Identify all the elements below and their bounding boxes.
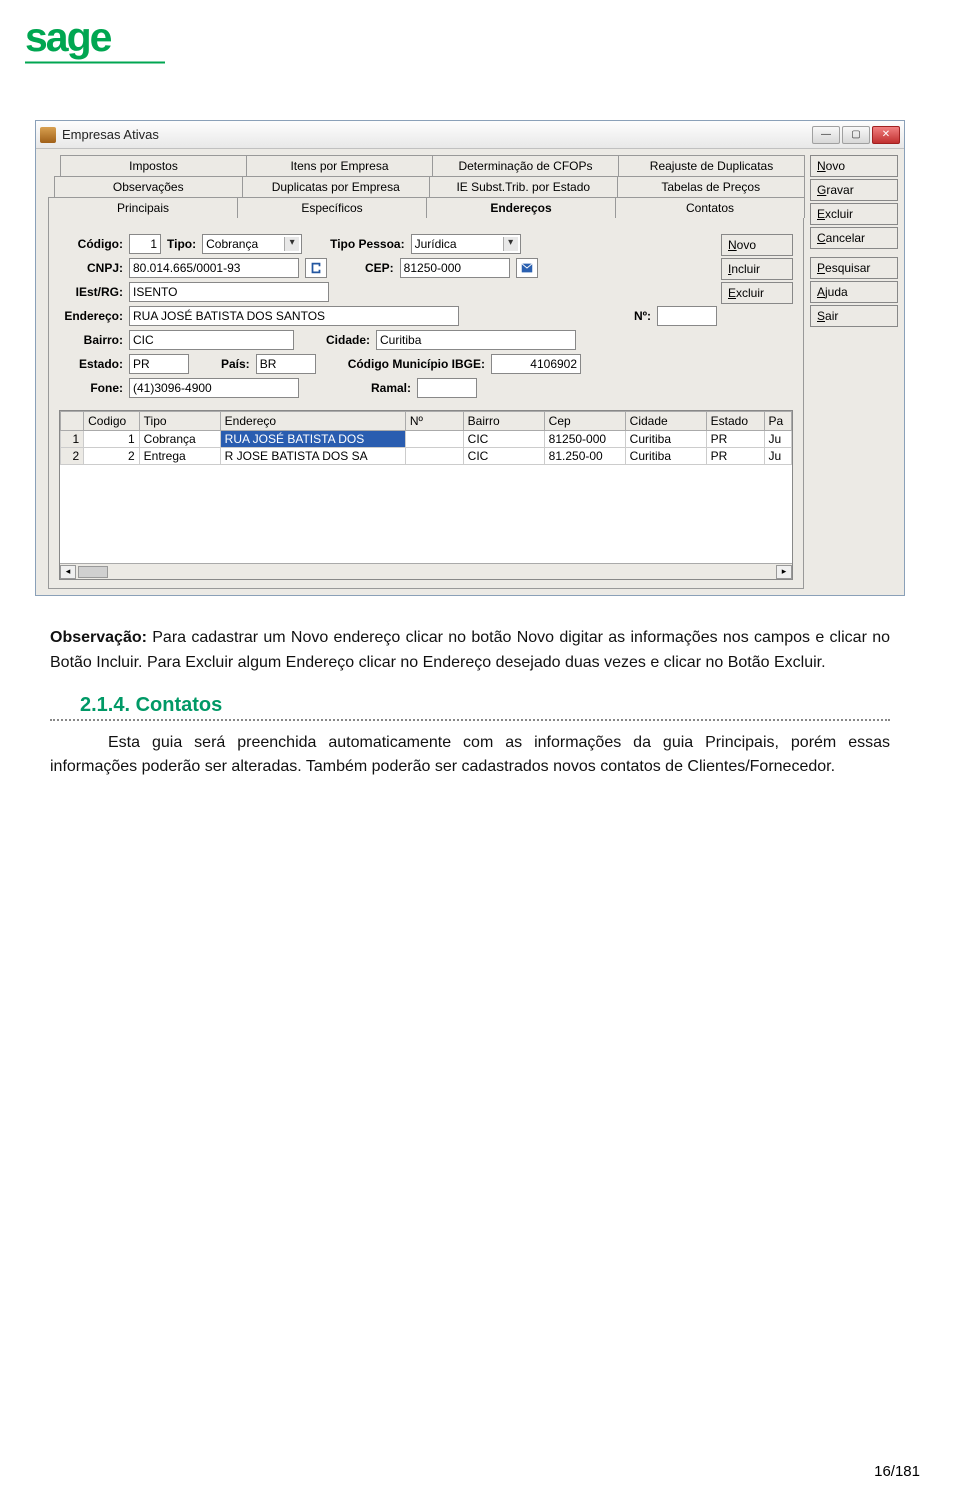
numero-field[interactable] <box>657 306 717 326</box>
label-cep: CEP: <box>365 261 394 275</box>
label-tipo-pessoa: Tipo Pessoa: <box>330 237 404 251</box>
label-tipo: Tipo: <box>167 237 196 251</box>
scroll-right-icon[interactable]: ▸ <box>776 565 792 579</box>
estado-field[interactable]: PR <box>129 354 189 374</box>
label-iest: IEst/RG: <box>59 285 123 299</box>
label-ramal: Ramal: <box>371 381 411 395</box>
endereco-field[interactable]: RUA JOSÉ BATISTA DOS SANTOS <box>129 306 459 326</box>
sair-button[interactable]: Sair <box>810 305 898 327</box>
tab-principais[interactable]: Principais <box>48 197 238 218</box>
tab-especificos[interactable]: Específicos <box>237 197 427 218</box>
enderecos-grid[interactable]: Codigo Tipo Endereço Nº Bairro Cep Cidad… <box>59 410 793 580</box>
window-icon <box>40 127 56 143</box>
label-cnpj: CNPJ: <box>59 261 123 275</box>
tab-observacoes[interactable]: Observações <box>54 176 243 197</box>
tab-duplicatas-por-empresa[interactable]: Duplicatas por Empresa <box>242 176 431 197</box>
application-screenshot: Empresas Ativas — ▢ ✕ Impostos Itens por… <box>35 120 905 596</box>
ramal-field[interactable] <box>417 378 477 398</box>
cnpj-field[interactable]: 80.014.665/0001-93 <box>129 258 299 278</box>
gravar-button[interactable]: Gravar <box>810 179 898 201</box>
cidade-field[interactable]: Curitiba <box>376 330 576 350</box>
label-estado: Estado: <box>59 357 123 371</box>
paragraph-observacao: Observação: Para cadastrar um Novo ender… <box>50 626 890 676</box>
consult-cnpj-icon[interactable] <box>305 258 327 278</box>
window-title: Empresas Ativas <box>62 127 812 142</box>
tab-itens-por-empresa[interactable]: Itens por Empresa <box>246 155 433 176</box>
tab-tabelas-precos[interactable]: Tabelas de Preços <box>617 176 806 197</box>
section-divider <box>50 719 890 721</box>
enderecos-panel: Código: 1 Tipo: Cobrança Tipo Pessoa: Ju… <box>48 217 804 589</box>
tab-enderecos[interactable]: Endereços <box>426 197 616 218</box>
scroll-thumb[interactable] <box>78 566 108 578</box>
label-numero: Nº: <box>634 309 651 323</box>
tab-ie-subst-trib[interactable]: IE Subst.Trib. por Estado <box>429 176 618 197</box>
pesquisar-button[interactable]: Pesquisar <box>810 257 898 279</box>
fone-field[interactable]: (41)3096-4900 <box>129 378 299 398</box>
consult-cep-icon[interactable] <box>516 258 538 278</box>
label-bairro: Bairro: <box>59 333 123 347</box>
cancelar-button[interactable]: Cancelar <box>810 227 898 249</box>
action-sidebar: Novo Gravar Excluir Cancelar Pesquisar A… <box>810 155 898 589</box>
window-empresas-ativas: Empresas Ativas — ▢ ✕ Impostos Itens por… <box>35 120 905 596</box>
novo-button[interactable]: Novo <box>810 155 898 177</box>
close-button[interactable]: ✕ <box>872 126 900 144</box>
grid-header-row: Codigo Tipo Endereço Nº Bairro Cep Cidad… <box>61 412 792 431</box>
tab-determinacao-cfops[interactable]: Determinação de CFOPs <box>432 155 619 176</box>
tab-contatos[interactable]: Contatos <box>615 197 805 218</box>
pais-field[interactable]: BR <box>256 354 316 374</box>
paragraph-contatos: Esta guia será preenchida automaticament… <box>50 731 890 781</box>
scroll-left-icon[interactable]: ◂ <box>60 565 76 579</box>
label-cidade: Cidade: <box>326 333 370 347</box>
ajuda-button[interactable]: Ajuda <box>810 281 898 303</box>
inner-incluir-button[interactable]: Incluir <box>721 258 793 280</box>
codigo-field[interactable]: 1 <box>129 234 161 254</box>
tipo-pessoa-select[interactable]: Jurídica <box>411 234 521 254</box>
label-pais: País: <box>221 357 250 371</box>
inner-novo-button[interactable]: Novo <box>721 234 793 256</box>
minimize-button[interactable]: — <box>812 126 840 144</box>
cep-field[interactable]: 81250-000 <box>400 258 510 278</box>
cod-ibge-field[interactable]: 4106902 <box>491 354 581 374</box>
iest-field[interactable]: ISENTO <box>129 282 329 302</box>
inner-excluir-button[interactable]: Excluir <box>721 282 793 304</box>
grid-row[interactable]: 2 2 Entrega R JOSE BATISTA DOS SA CIC 81… <box>61 448 792 465</box>
tab-reajuste-duplicatas[interactable]: Reajuste de Duplicatas <box>618 155 805 176</box>
label-fone: Fone: <box>59 381 123 395</box>
window-titlebar: Empresas Ativas — ▢ ✕ <box>36 121 904 149</box>
sage-logo: sage <box>25 15 920 70</box>
section-heading-contatos: 2.1.4. Contatos <box>80 694 920 717</box>
label-endereco: Endereço: <box>59 309 123 323</box>
label-codigo: Código: <box>59 237 123 251</box>
svg-text:sage: sage <box>25 15 112 60</box>
grid-row[interactable]: 1 1 Cobrança RUA JOSÉ BATISTA DOS CIC 81… <box>61 431 792 448</box>
tab-impostos[interactable]: Impostos <box>60 155 247 176</box>
page-number: 16/181 <box>874 1463 920 1480</box>
maximize-button[interactable]: ▢ <box>842 126 870 144</box>
tipo-select[interactable]: Cobrança <box>202 234 302 254</box>
bairro-field[interactable]: CIC <box>129 330 294 350</box>
label-cod-ibge: Código Município IBGE: <box>348 357 485 371</box>
excluir-button[interactable]: Excluir <box>810 203 898 225</box>
grid-horizontal-scrollbar[interactable]: ◂ ▸ <box>60 563 792 579</box>
